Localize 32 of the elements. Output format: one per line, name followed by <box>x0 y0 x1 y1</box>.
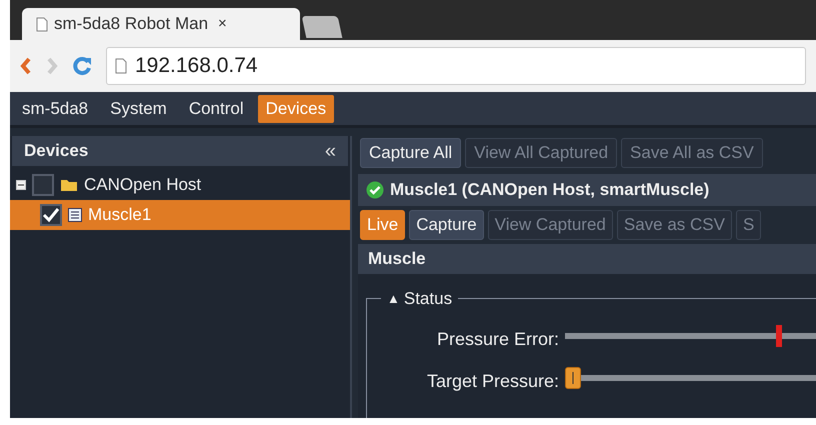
url-text: 192.168.0.74 <box>135 53 258 80</box>
slider-thumb[interactable] <box>565 366 581 388</box>
tree-label: CANOpen Host <box>84 174 202 196</box>
browser-tab[interactable]: sm-5da8 Robot Man × <box>22 8 300 40</box>
list-icon <box>68 208 82 222</box>
section-title: Muscle <box>368 248 426 270</box>
menu-item[interactable]: Control <box>180 94 252 122</box>
new-tab-button[interactable] <box>302 16 342 38</box>
collapse-toggle-icon[interactable]: ▲ <box>387 289 400 308</box>
group-title: Status <box>404 288 452 310</box>
checkbox[interactable] <box>32 174 54 196</box>
sidebar-title: Devices <box>24 140 88 162</box>
field-label: Pressure Error: <box>436 328 560 351</box>
menu-item[interactable]: sm-5da8 <box>14 94 96 122</box>
collapse-button[interactable]: « <box>324 136 336 166</box>
tree-label: Muscle1 <box>88 204 152 226</box>
tab-title: sm-5da8 Robot Man <box>54 13 208 36</box>
menu-item[interactable]: System <box>102 94 175 122</box>
folder-icon <box>60 178 78 192</box>
toolbar-button[interactable]: Capture All <box>360 138 462 168</box>
back-icon[interactable] <box>20 57 32 75</box>
field-label: Target Pressure: <box>426 370 560 393</box>
reload-icon[interactable] <box>72 56 92 76</box>
checkbox[interactable] <box>40 204 62 226</box>
expander-icon[interactable] <box>16 180 26 190</box>
device-title: Muscle1 (CANOpen Host, smartMuscle) <box>390 179 710 202</box>
page-icon <box>36 16 48 32</box>
close-icon[interactable]: × <box>218 12 227 36</box>
tab[interactable]: Capture <box>409 210 484 240</box>
tree-item[interactable]: CANOpen Host <box>10 170 350 200</box>
address-field[interactable]: 192.168.0.74 <box>106 47 806 85</box>
page-icon <box>115 58 127 74</box>
